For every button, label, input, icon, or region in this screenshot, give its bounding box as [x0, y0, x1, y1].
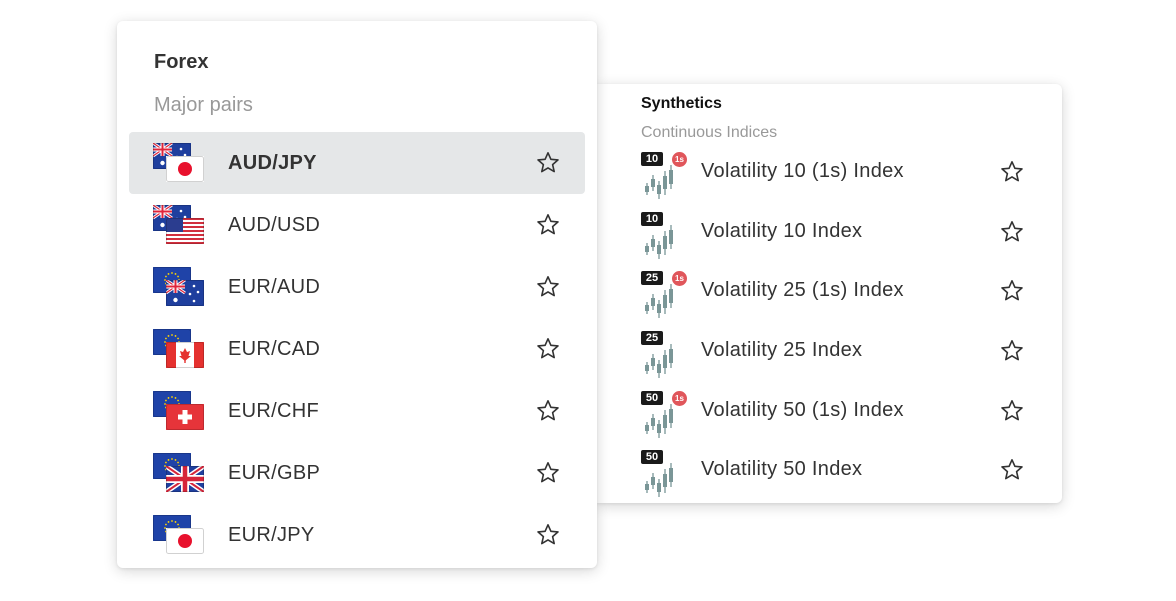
flag-japan-icon — [166, 528, 204, 554]
favorite-star-icon[interactable] — [999, 338, 1025, 364]
candlestick-chart-icon — [645, 165, 673, 199]
currency-pair-flags — [153, 515, 204, 554]
favorite-star-icon[interactable] — [999, 159, 1025, 185]
flag-canada-icon — [166, 342, 204, 368]
forex-item-label: EUR/CAD — [228, 337, 321, 360]
forex-item[interactable]: EUR/AUD — [129, 256, 585, 318]
favorite-star-icon[interactable] — [999, 219, 1025, 245]
favorite-star-icon[interactable] — [999, 398, 1025, 424]
synthetic-item[interactable]: 10 Volatility 10 Index — [597, 202, 1062, 262]
volatility-index-icon: 25 1s — [641, 271, 689, 321]
flag-usa-icon — [166, 218, 204, 244]
currency-pair-flags — [153, 143, 204, 182]
candlestick-chart-icon — [645, 463, 673, 498]
flag-australia-icon — [166, 280, 204, 306]
forex-subtitle: Major pairs — [154, 94, 253, 116]
forex-item-label: EUR/CHF — [228, 399, 319, 422]
volatility-level-badge: 50 — [641, 390, 663, 405]
synthetic-item[interactable]: 50 Volatility 50 Index — [597, 440, 1062, 500]
favorite-star-icon[interactable] — [535, 336, 561, 362]
synthetic-item-label: Volatility 50 (1s) Index — [701, 398, 904, 421]
favorite-star-icon[interactable] — [535, 212, 561, 238]
forex-item[interactable]: AUD/JPY — [129, 132, 585, 194]
favorite-star-icon[interactable] — [535, 274, 561, 300]
candlestick-chart-icon — [645, 344, 673, 379]
volatility-index-icon: 10 1s — [641, 152, 689, 202]
candlestick-chart-icon — [645, 403, 673, 438]
synthetic-item-label: Volatility 25 (1s) Index — [701, 279, 904, 302]
synthetic-item-label: Volatility 10 Index — [701, 219, 863, 242]
volatility-level-badge: 25 — [641, 331, 663, 346]
synthetic-item-label: Volatility 50 Index — [701, 458, 863, 481]
currency-pair-flags — [153, 391, 204, 430]
synthetics-panel: Synthetics Continuous Indices 10 1s Vola… — [597, 84, 1062, 503]
forex-item[interactable]: EUR/JPY — [129, 504, 585, 566]
favorite-star-icon[interactable] — [999, 457, 1025, 483]
forex-item[interactable]: AUD/USD — [129, 194, 585, 256]
synthetics-subtitle: Continuous Indices — [641, 124, 778, 141]
volatility-index-icon: 25 — [641, 331, 689, 381]
favorite-star-icon[interactable] — [535, 398, 561, 424]
favorite-star-icon[interactable] — [999, 278, 1025, 304]
synthetics-list: 10 1s Volatility 10 (1s) Index 10 Volati… — [597, 142, 1062, 500]
volatility-level-badge: 50 — [641, 450, 663, 465]
synthetic-item-label: Volatility 10 (1s) Index — [701, 160, 904, 182]
flag-uk-icon — [166, 466, 204, 492]
favorite-star-icon[interactable] — [535, 460, 561, 486]
synthetics-title: Synthetics — [641, 95, 722, 112]
forex-list: AUD/JPY AUD/USD EUR/AUD EUR/CAD EUR/CHF … — [129, 132, 585, 566]
favorite-star-icon[interactable] — [535, 522, 561, 548]
forex-item-label: AUD/JPY — [228, 151, 317, 174]
candlestick-chart-icon — [645, 284, 673, 319]
forex-panel: Forex Major pairs AUD/JPY AUD/USD EUR/AU… — [117, 21, 597, 568]
flag-japan-icon — [166, 156, 204, 182]
volatility-index-icon: 50 1s — [641, 390, 689, 441]
synthetic-item[interactable]: 10 1s Volatility 10 (1s) Index — [597, 142, 1062, 202]
favorite-star-icon[interactable] — [535, 150, 561, 176]
volatility-index-icon: 10 — [641, 211, 689, 262]
synthetic-item[interactable]: 25 1s Volatility 25 (1s) Index — [597, 261, 1062, 321]
flag-switzerland-icon — [166, 404, 204, 430]
currency-pair-flags — [153, 267, 204, 306]
forex-item-label: EUR/GBP — [228, 461, 321, 484]
forex-title: Forex — [154, 51, 209, 73]
forex-item[interactable]: EUR/GBP — [129, 442, 585, 504]
forex-item-label: EUR/JPY — [228, 523, 315, 546]
forex-item-label: EUR/AUD — [228, 275, 321, 298]
currency-pair-flags — [153, 329, 204, 368]
volatility-index-icon: 50 — [641, 450, 689, 500]
currency-pair-flags — [153, 453, 204, 492]
forex-item[interactable]: EUR/CHF — [129, 380, 585, 442]
synthetic-item[interactable]: 25 Volatility 25 Index — [597, 321, 1062, 381]
candlestick-chart-icon — [645, 224, 673, 259]
volatility-level-badge: 10 — [641, 211, 663, 226]
volatility-level-badge: 25 — [641, 271, 663, 286]
forex-item[interactable]: EUR/CAD — [129, 318, 585, 380]
currency-pair-flags — [153, 205, 204, 244]
synthetic-item-label: Volatility 25 Index — [701, 339, 863, 362]
forex-item-label: AUD/USD — [228, 213, 321, 236]
volatility-level-badge: 10 — [641, 152, 663, 166]
synthetic-item[interactable]: 50 1s Volatility 50 (1s) Index — [597, 381, 1062, 441]
